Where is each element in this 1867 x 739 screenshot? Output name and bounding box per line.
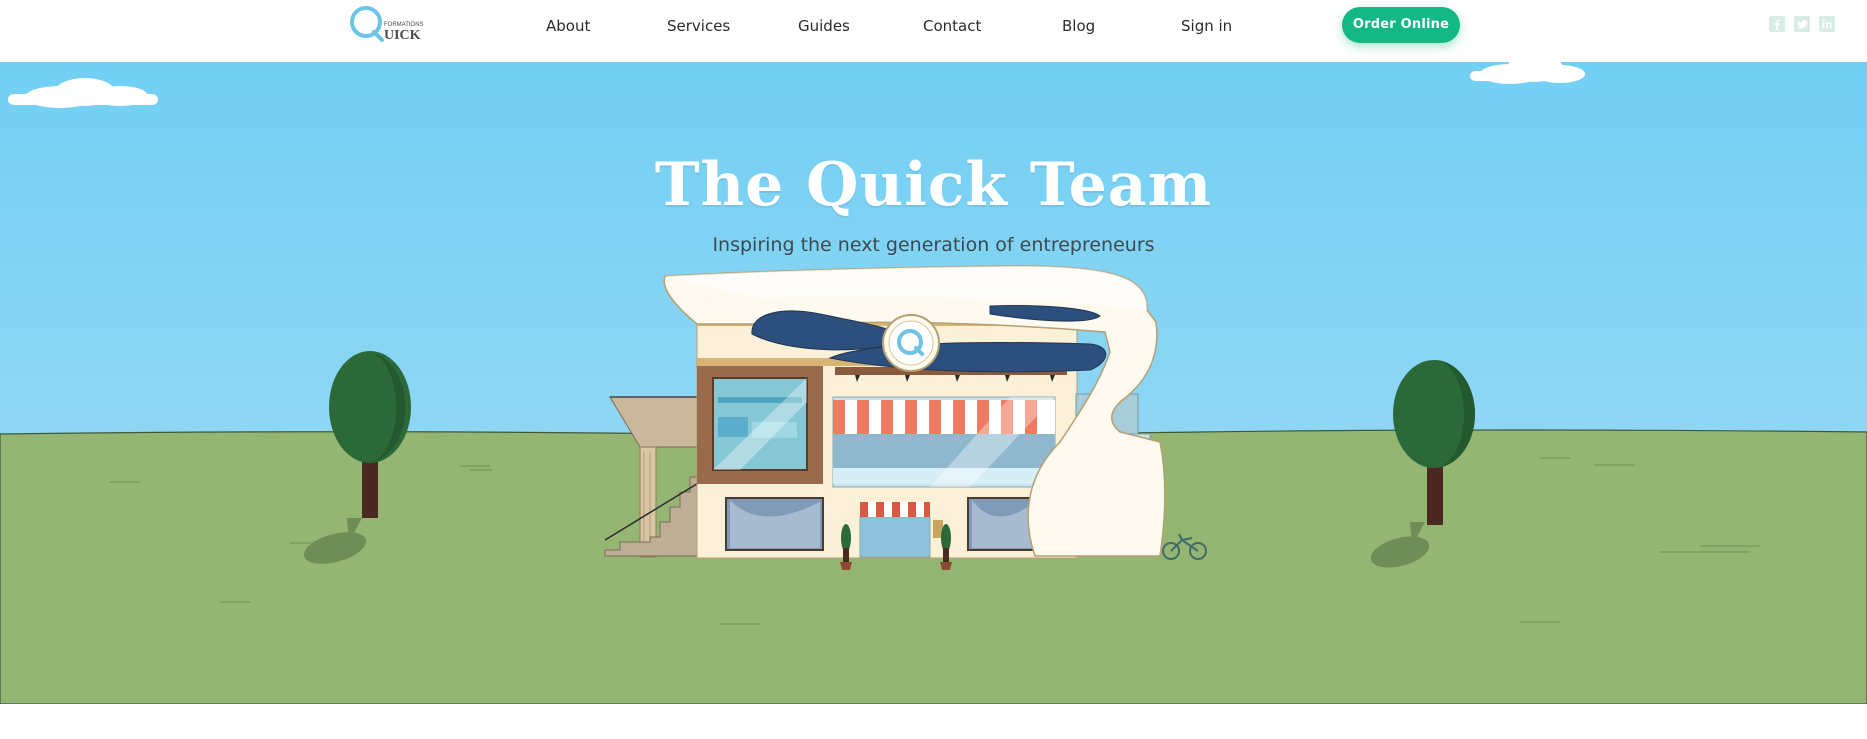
nav-services[interactable]: Services <box>667 17 730 35</box>
cloud-left <box>8 78 158 108</box>
facebook-icon[interactable] <box>1769 16 1785 32</box>
nav-guides[interactable]: Guides <box>798 17 850 35</box>
hero-title: The Quick Team <box>654 150 1213 220</box>
quick-formations-logo[interactable]: FORMATIONS UICK <box>350 4 430 44</box>
order-online-button[interactable]: Order Online <box>1342 7 1460 43</box>
nav-about[interactable]: About <box>546 17 590 35</box>
building-illustration <box>604 265 1207 570</box>
cloud-right <box>1470 62 1585 84</box>
below-hero-area <box>0 704 1867 739</box>
logo-big-text: UICK <box>384 28 421 43</box>
nav-blog[interactable]: Blog <box>1062 17 1095 35</box>
nav-sign-in[interactable]: Sign in <box>1181 17 1232 35</box>
site-header: FORMATIONS UICK About Services Guides Co… <box>0 0 1867 62</box>
linkedin-icon[interactable] <box>1819 16 1835 32</box>
twitter-icon[interactable] <box>1794 16 1810 32</box>
nav-contact[interactable]: Contact <box>923 17 981 35</box>
hero-section: The Quick Team Inspiring the next genera… <box>0 62 1867 704</box>
hero-subtitle: Inspiring the next generation of entrepr… <box>712 234 1155 256</box>
